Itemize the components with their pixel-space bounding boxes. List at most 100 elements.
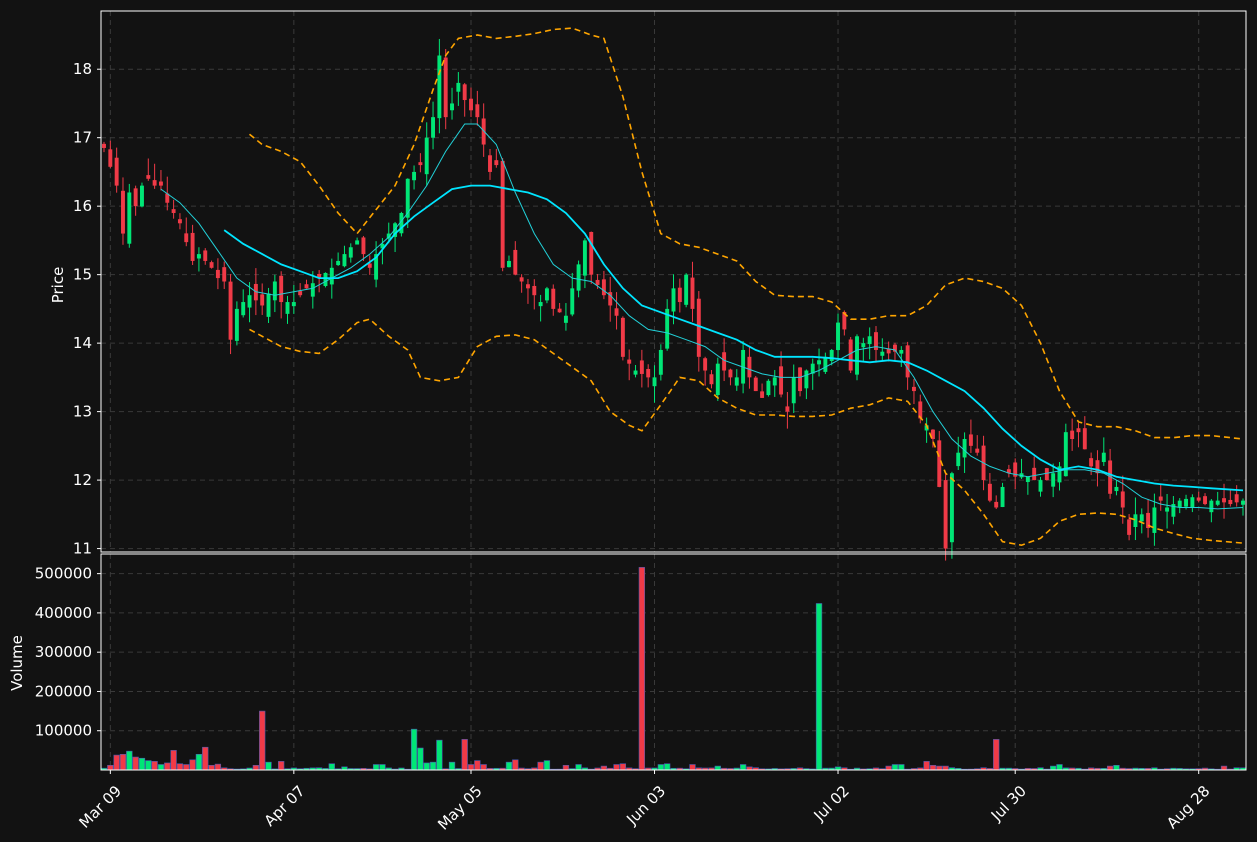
volume-bar: [423, 762, 430, 771]
volume-bar: [929, 764, 937, 771]
candle-body: [1070, 430, 1075, 440]
volume-bar: [891, 764, 899, 771]
volume-bar: [993, 739, 1000, 771]
candle-body: [1101, 452, 1106, 463]
candle-body: [1196, 497, 1201, 501]
candle-body: [241, 302, 246, 316]
volume-bar: [613, 764, 620, 771]
candle-body: [937, 440, 942, 487]
candle-body: [684, 274, 689, 305]
volume-bar: [126, 750, 133, 771]
volume-bar: [208, 764, 215, 771]
candle-body: [177, 219, 182, 224]
candle-body: [861, 343, 866, 348]
volume-bar: [410, 728, 418, 771]
volume-bar: [138, 757, 146, 771]
candle-body: [848, 339, 853, 371]
candle-body: [1228, 499, 1233, 505]
candle-body: [361, 237, 366, 255]
candle-body: [1114, 486, 1119, 492]
candle-body: [633, 370, 638, 375]
candlestick-chart: 11 12 13 14 15 16 17 18 100000 200000 300000 40000…: [0, 0, 1257, 842]
volume-bar: [1113, 764, 1120, 771]
volume-bar: [195, 753, 203, 771]
volume-tick-label: 100000: [35, 722, 92, 740]
volume-bar: [372, 764, 380, 771]
candle-body: [247, 295, 252, 308]
candle-body: [519, 277, 524, 282]
candle-body: [614, 308, 619, 316]
volume-bar: [739, 764, 747, 771]
candle-body: [595, 279, 600, 285]
candle-body: [538, 302, 543, 307]
price-tick-label: 13: [73, 403, 92, 421]
candle-body: [627, 359, 632, 364]
volume-bar: [898, 764, 905, 771]
volume-bar: [512, 759, 519, 771]
candle-body: [209, 262, 214, 268]
candle-body: [968, 434, 973, 446]
candle-body: [1089, 458, 1094, 467]
candle-body: [424, 137, 429, 175]
candle-body: [304, 284, 309, 289]
candle-body: [1133, 514, 1138, 528]
volume-bar: [461, 739, 468, 771]
candle-body: [203, 250, 208, 261]
candle-body: [1025, 476, 1030, 483]
volume-bar: [1056, 764, 1063, 771]
candle-body: [911, 386, 916, 392]
volume-bar: [923, 761, 930, 771]
candle-body: [1139, 514, 1144, 522]
candle-body: [456, 82, 461, 92]
candle-body: [709, 374, 714, 385]
volume-bar: [202, 746, 209, 771]
candle-body: [525, 284, 530, 289]
candle-body: [956, 452, 961, 467]
candle-body: [310, 283, 315, 297]
candle-body: [867, 336, 872, 345]
volume-bar: [714, 765, 721, 771]
price-tick-label: 15: [73, 266, 92, 284]
volume-bar: [480, 764, 487, 771]
candle-body: [836, 322, 840, 351]
candle-body: [450, 103, 454, 111]
candle-body: [475, 104, 480, 118]
price-tick-label: 16: [73, 197, 92, 215]
volume-bar: [379, 764, 386, 771]
candle-body: [114, 157, 119, 186]
candle-body: [829, 349, 834, 362]
candle-body: [494, 160, 499, 166]
candle-body: [779, 366, 784, 395]
price-tick-label: 14: [73, 334, 92, 352]
candle-body: [336, 260, 341, 266]
candle-body: [1095, 460, 1100, 474]
candle-body: [582, 240, 587, 276]
candle-body: [158, 181, 163, 186]
candle-body: [228, 281, 233, 340]
candle-body: [260, 294, 265, 306]
candle-body: [949, 473, 954, 543]
candle-body: [146, 175, 151, 179]
candle-body: [405, 178, 410, 218]
volume-bar: [278, 761, 285, 771]
candle-body: [279, 275, 284, 303]
volume-bar: [537, 761, 544, 771]
candle-body: [1215, 500, 1220, 505]
candle-body: [570, 288, 575, 315]
candle-body: [500, 160, 505, 268]
candle-body: [1177, 500, 1182, 507]
candle-body: [348, 247, 353, 258]
candle-body: [747, 356, 752, 378]
candle-body: [753, 377, 758, 392]
volume-bar: [119, 753, 127, 771]
price-tick-label: 18: [73, 60, 92, 78]
volume-bar: [1220, 765, 1228, 771]
candle-body: [412, 171, 417, 181]
candle-body: [469, 98, 473, 111]
volume-tick-label: 200000: [35, 682, 92, 700]
candle-body: [639, 360, 644, 374]
candle-body: [190, 232, 195, 261]
candle-body: [1158, 496, 1163, 501]
candle-body: [823, 356, 828, 372]
candle-body: [298, 291, 303, 296]
